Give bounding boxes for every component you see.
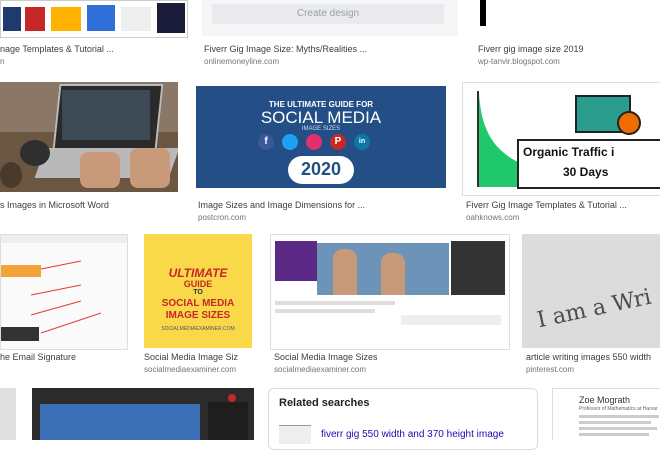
facebook-icon: f [258, 134, 274, 150]
result-tile-13[interactable]: Zoe Mograth Professor of Mathematics at … [552, 388, 660, 440]
thumb-line3: TO [193, 289, 203, 296]
result-thumbnail[interactable]: Organic Traffic i 30 Days [462, 82, 660, 196]
result-thumbnail[interactable] [476, 0, 660, 36]
thumb-line5: IMAGE SIZES [165, 310, 231, 321]
thumb-line4: SOCIAL MEDIA [161, 298, 235, 309]
result-thumbnail[interactable]: Create design [202, 0, 458, 36]
result-source: n [0, 57, 5, 66]
card-name: Zoe Mograth [579, 395, 631, 405]
related-search-item[interactable]: fiverr gig 550 width and 370 height imag… [321, 429, 504, 440]
thumb-text: I am a Wri [534, 284, 654, 334]
result-source: pinterest.com [526, 365, 575, 374]
thumb-line2: SOCIAL MEDIA [260, 108, 382, 127]
result-tile-12[interactable] [32, 388, 254, 440]
result-source: onlinemoneyline.com [204, 57, 280, 66]
result-tile-2[interactable]: Create design Fiverr Gig Image Size: Myt… [202, 0, 458, 70]
result-caption[interactable]: article writing images 550 width [526, 352, 660, 363]
pinterest-icon: P [330, 134, 346, 150]
result-tile-8[interactable]: ULTIMATE GUIDE TO SOCIAL MEDIA IMAGE SIZ… [144, 234, 254, 374]
result-thumbnail[interactable] [0, 0, 188, 38]
thumb-line2: 30 Days [563, 165, 609, 179]
chart-pie-icon [617, 111, 641, 135]
result-thumbnail[interactable] [0, 388, 16, 440]
result-caption[interactable]: s Images in Microsoft Word [0, 200, 178, 211]
result-thumbnail[interactable]: I am a Wri [522, 234, 660, 348]
result-tile-7[interactable]: he Email Signature [0, 234, 128, 374]
result-caption[interactable]: Fiverr gig image size 2019 [478, 44, 658, 55]
result-source: socialmediaexaminer.com [274, 365, 367, 374]
result-tile-5[interactable]: THE ULTIMATE GUIDE FOR SOCIAL MEDIA IMAG… [196, 82, 448, 222]
result-tile-4[interactable]: s Images in Microsoft Word [0, 82, 180, 222]
related-search-thumbnail[interactable] [279, 425, 311, 444]
thumb-year-text: 2020 [300, 159, 342, 179]
result-caption[interactable]: Social Media Image Sizes [274, 352, 506, 363]
result-caption[interactable]: Image Sizes and Image Dimensions for ... [198, 200, 446, 211]
linkedin-icon: in [354, 134, 370, 150]
result-caption[interactable]: he Email Signature [0, 352, 126, 363]
result-thumbnail[interactable]: Zoe Mograth Professor of Mathematics at … [552, 388, 660, 440]
result-caption[interactable]: Fiverr Gig Image Size: Myths/Realities .… [204, 44, 456, 55]
result-thumbnail[interactable] [0, 234, 128, 350]
thumb-line1: Organic Traffic i [523, 145, 615, 159]
twitter-icon [282, 134, 298, 150]
thumb-line6: SOCIALMEDIAEXAMINER.COM [161, 326, 235, 332]
result-source: postcron.com [198, 213, 247, 222]
result-source: wp-tanvir.blogspot.com [478, 57, 560, 66]
result-caption[interactable]: Fiverr Gig Image Templates & Tutorial ..… [466, 200, 656, 211]
result-caption[interactable]: Social Media Image Siz [144, 352, 252, 363]
thumb-line1: ULTIMATE [168, 266, 228, 280]
instagram-icon [306, 134, 322, 150]
result-tile-10[interactable]: I am a Wri article writing images 550 wi… [522, 234, 660, 374]
create-design-button[interactable]: Create design [212, 4, 444, 24]
result-thumbnail[interactable] [270, 234, 510, 350]
result-thumbnail[interactable] [0, 82, 178, 192]
result-thumbnail[interactable]: ULTIMATE GUIDE TO SOCIAL MEDIA IMAGE SIZ… [144, 234, 252, 348]
card-title: Professor of Mathematics at Harvar [579, 406, 658, 412]
result-tile-9[interactable]: Social Media Image Sizes socialmediaexam… [270, 234, 510, 374]
result-tile-3[interactable]: Fiverr gig image size 2019 wp-tanvir.blo… [476, 0, 660, 70]
result-thumbnail[interactable]: THE ULTIMATE GUIDE FOR SOCIAL MEDIA IMAG… [196, 86, 446, 188]
annotation-arrows [30, 260, 102, 334]
result-caption[interactable]: nage Templates & Tutorial ... [0, 44, 186, 55]
related-searches-heading: Related searches [279, 397, 370, 409]
result-source: oahknows.com [466, 213, 520, 222]
result-tile-1[interactable]: nage Templates & Tutorial ... n [0, 0, 188, 70]
result-tile-11[interactable] [0, 388, 16, 440]
result-source: socialmediaexaminer.com [144, 365, 237, 374]
result-thumbnail[interactable] [32, 388, 254, 440]
thumb-line2: GUIDE [183, 279, 213, 289]
result-tile-6[interactable]: Organic Traffic i 30 Days Fiverr Gig Ima… [462, 82, 660, 222]
related-searches-panel: Related searches fiverr gig 550 width an… [268, 388, 538, 450]
thumb-line3: IMAGE SIZES [301, 126, 341, 132]
